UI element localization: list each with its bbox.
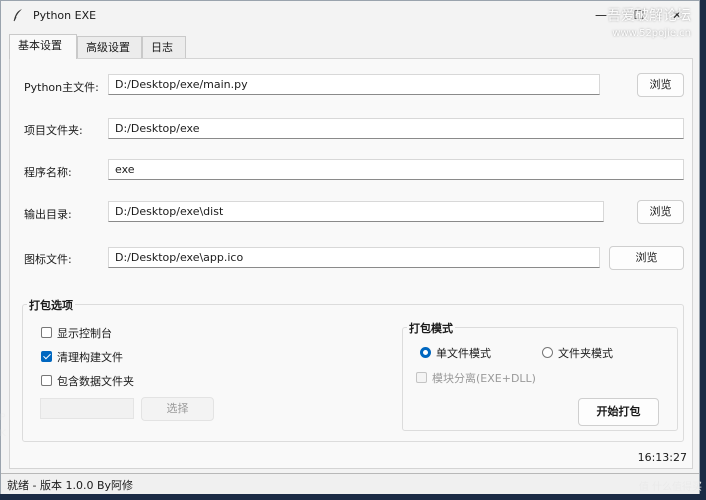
browse-main-file-button[interactable]: 浏览 (637, 73, 684, 97)
tab-basic-settings[interactable]: 基本设置 (9, 34, 77, 59)
clock-readout: 16:13:27 (637, 451, 687, 464)
icon-file-input[interactable]: D:/Desktop/exe\app.ico (108, 247, 600, 268)
project-folder-label: 项目文件夹: (24, 124, 83, 137)
packaging-options-group: 打包选项 显示控制台 清理构建文件 包含数据文件夹 选择 打包模式 单文件模式 … (22, 297, 684, 442)
forum-watermark: 吾爱破解论坛 www.52pojie.cn (607, 8, 691, 39)
include-data-checkbox[interactable] (41, 375, 52, 386)
project-folder-input[interactable]: D:/Desktop/exe (108, 118, 684, 139)
status-text: 就绪 - 版本 1.0.0 By阿修 (7, 479, 134, 492)
packaging-mode-title: 打包模式 (407, 320, 455, 336)
browse-output-dir-button[interactable]: 浏览 (637, 200, 684, 224)
program-name-input[interactable]: exe (108, 159, 684, 180)
desktop-side-marks: P K (0, 413, 6, 439)
corner-watermark: 值 什么值得买 (638, 482, 702, 493)
clean-build-checkbox[interactable] (41, 351, 52, 362)
output-dir-label: 输出目录: (24, 208, 72, 221)
tab-advanced-settings[interactable]: 高级设置 (77, 36, 142, 58)
folder-mode-label[interactable]: 文件夹模式 (558, 345, 613, 361)
select-data-folder-button[interactable]: 选择 (141, 397, 214, 421)
feather-icon (13, 9, 22, 22)
folder-mode-radio[interactable] (542, 347, 553, 358)
packaging-options-title: 打包选项 (27, 297, 75, 313)
show-console-checkbox[interactable] (41, 327, 52, 338)
status-bar: 就绪 - 版本 1.0.0 By阿修 (1, 473, 699, 494)
basic-settings-panel: Python主文件: D:/Desktop/exe/main.py 浏览 项目文… (9, 58, 693, 469)
split-modules-label[interactable]: 模块分离(EXE+DLL) (432, 370, 536, 386)
main-window: Python EXE — ☐ ✕ 吾爱破解论坛 www.52pojie.cn 基… (0, 0, 700, 494)
data-folder-input[interactable] (40, 398, 134, 419)
show-console-label[interactable]: 显示控制台 (57, 325, 112, 341)
clean-build-label[interactable]: 清理构建文件 (57, 349, 123, 365)
split-modules-checkbox[interactable] (416, 372, 427, 383)
tab-log[interactable]: 日志 (142, 36, 186, 58)
browse-icon-file-button[interactable]: 浏览 (609, 246, 684, 270)
single-file-radio[interactable] (420, 347, 431, 358)
icon-file-label: 图标文件: (24, 253, 72, 266)
title-bar[interactable]: Python EXE — ☐ ✕ 吾爱破解论坛 www.52pojie.cn (1, 1, 699, 39)
program-name-label: 程序名称: (24, 166, 72, 179)
single-file-label[interactable]: 单文件模式 (436, 345, 491, 361)
packaging-mode-group: 打包模式 单文件模式 文件夹模式 模块分离(EXE+DLL) 开始打包 (402, 320, 678, 431)
main-file-label: Python主文件: (24, 81, 99, 94)
window-title: Python EXE (33, 9, 97, 22)
start-packaging-button[interactable]: 开始打包 (578, 398, 659, 426)
main-file-input[interactable]: D:/Desktop/exe/main.py (108, 74, 600, 95)
include-data-label[interactable]: 包含数据文件夹 (57, 373, 134, 389)
output-dir-input[interactable]: D:/Desktop/exe\dist (108, 201, 604, 222)
